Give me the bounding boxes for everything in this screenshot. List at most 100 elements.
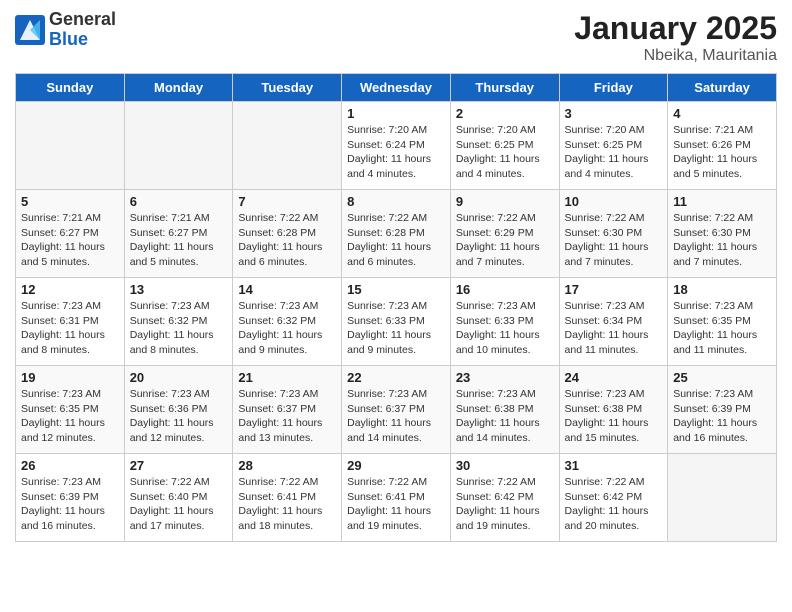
calendar-cell: 25 Sunrise: 7:23 AMSunset: 6:39 PMDaylig… xyxy=(668,366,777,454)
cell-text: Sunrise: 7:21 AMSunset: 6:27 PMDaylight:… xyxy=(130,211,228,270)
calendar-cell xyxy=(16,102,125,190)
day-number: 9 xyxy=(456,194,554,209)
day-number: 15 xyxy=(347,282,445,297)
calendar-cell: 5 Sunrise: 7:21 AMSunset: 6:27 PMDayligh… xyxy=(16,190,125,278)
calendar-cell: 29 Sunrise: 7:22 AMSunset: 6:41 PMDaylig… xyxy=(342,454,451,542)
calendar-cell: 4 Sunrise: 7:21 AMSunset: 6:26 PMDayligh… xyxy=(668,102,777,190)
day-number: 31 xyxy=(565,458,663,473)
cell-text: Sunrise: 7:21 AMSunset: 6:26 PMDaylight:… xyxy=(673,123,771,182)
cell-text: Sunrise: 7:23 AMSunset: 6:37 PMDaylight:… xyxy=(347,387,445,446)
month-title: January 2025 xyxy=(574,10,777,47)
calendar-cell: 12 Sunrise: 7:23 AMSunset: 6:31 PMDaylig… xyxy=(16,278,125,366)
day-number: 18 xyxy=(673,282,771,297)
calendar-cell: 19 Sunrise: 7:23 AMSunset: 6:35 PMDaylig… xyxy=(16,366,125,454)
day-number: 4 xyxy=(673,106,771,121)
cell-text: Sunrise: 7:20 AMSunset: 6:25 PMDaylight:… xyxy=(565,123,663,182)
calendar-cell: 14 Sunrise: 7:23 AMSunset: 6:32 PMDaylig… xyxy=(233,278,342,366)
day-number: 28 xyxy=(238,458,336,473)
week-row-3: 12 Sunrise: 7:23 AMSunset: 6:31 PMDaylig… xyxy=(16,278,777,366)
logo-blue: Blue xyxy=(49,30,116,50)
calendar-cell: 28 Sunrise: 7:22 AMSunset: 6:41 PMDaylig… xyxy=(233,454,342,542)
calendar: SundayMondayTuesdayWednesdayThursdayFrid… xyxy=(15,73,777,542)
cell-text: Sunrise: 7:22 AMSunset: 6:42 PMDaylight:… xyxy=(456,475,554,534)
calendar-cell: 13 Sunrise: 7:23 AMSunset: 6:32 PMDaylig… xyxy=(124,278,233,366)
cell-text: Sunrise: 7:22 AMSunset: 6:28 PMDaylight:… xyxy=(347,211,445,270)
day-number: 24 xyxy=(565,370,663,385)
cell-text: Sunrise: 7:23 AMSunset: 6:39 PMDaylight:… xyxy=(673,387,771,446)
calendar-cell: 27 Sunrise: 7:22 AMSunset: 6:40 PMDaylig… xyxy=(124,454,233,542)
weekday-header-thursday: Thursday xyxy=(450,74,559,102)
day-number: 16 xyxy=(456,282,554,297)
day-number: 29 xyxy=(347,458,445,473)
calendar-cell: 23 Sunrise: 7:23 AMSunset: 6:38 PMDaylig… xyxy=(450,366,559,454)
cell-text: Sunrise: 7:23 AMSunset: 6:35 PMDaylight:… xyxy=(21,387,119,446)
cell-text: Sunrise: 7:23 AMSunset: 6:33 PMDaylight:… xyxy=(456,299,554,358)
day-number: 5 xyxy=(21,194,119,209)
day-number: 11 xyxy=(673,194,771,209)
calendar-cell: 16 Sunrise: 7:23 AMSunset: 6:33 PMDaylig… xyxy=(450,278,559,366)
cell-text: Sunrise: 7:23 AMSunset: 6:33 PMDaylight:… xyxy=(347,299,445,358)
day-number: 21 xyxy=(238,370,336,385)
cell-text: Sunrise: 7:22 AMSunset: 6:42 PMDaylight:… xyxy=(565,475,663,534)
day-number: 2 xyxy=(456,106,554,121)
week-row-2: 5 Sunrise: 7:21 AMSunset: 6:27 PMDayligh… xyxy=(16,190,777,278)
cell-text: Sunrise: 7:22 AMSunset: 6:28 PMDaylight:… xyxy=(238,211,336,270)
logo-text: General Blue xyxy=(49,10,116,50)
day-number: 1 xyxy=(347,106,445,121)
calendar-cell: 10 Sunrise: 7:22 AMSunset: 6:30 PMDaylig… xyxy=(559,190,668,278)
calendar-cell: 15 Sunrise: 7:23 AMSunset: 6:33 PMDaylig… xyxy=(342,278,451,366)
day-number: 6 xyxy=(130,194,228,209)
day-number: 14 xyxy=(238,282,336,297)
day-number: 3 xyxy=(565,106,663,121)
weekday-header-saturday: Saturday xyxy=(668,74,777,102)
weekday-header-monday: Monday xyxy=(124,74,233,102)
day-number: 27 xyxy=(130,458,228,473)
calendar-cell: 8 Sunrise: 7:22 AMSunset: 6:28 PMDayligh… xyxy=(342,190,451,278)
weekday-header-row: SundayMondayTuesdayWednesdayThursdayFrid… xyxy=(16,74,777,102)
page-container: General Blue January 2025 Nbeika, Maurit… xyxy=(0,0,792,552)
logo-general: General xyxy=(49,10,116,30)
calendar-cell: 6 Sunrise: 7:21 AMSunset: 6:27 PMDayligh… xyxy=(124,190,233,278)
day-number: 7 xyxy=(238,194,336,209)
calendar-cell xyxy=(668,454,777,542)
week-row-4: 19 Sunrise: 7:23 AMSunset: 6:35 PMDaylig… xyxy=(16,366,777,454)
cell-text: Sunrise: 7:22 AMSunset: 6:41 PMDaylight:… xyxy=(347,475,445,534)
logo-icon xyxy=(15,15,45,45)
calendar-cell: 21 Sunrise: 7:23 AMSunset: 6:37 PMDaylig… xyxy=(233,366,342,454)
weekday-header-friday: Friday xyxy=(559,74,668,102)
day-number: 30 xyxy=(456,458,554,473)
day-number: 10 xyxy=(565,194,663,209)
cell-text: Sunrise: 7:20 AMSunset: 6:24 PMDaylight:… xyxy=(347,123,445,182)
weekday-header-tuesday: Tuesday xyxy=(233,74,342,102)
cell-text: Sunrise: 7:23 AMSunset: 6:32 PMDaylight:… xyxy=(130,299,228,358)
day-number: 8 xyxy=(347,194,445,209)
logo: General Blue xyxy=(15,10,116,50)
day-number: 19 xyxy=(21,370,119,385)
weekday-header-wednesday: Wednesday xyxy=(342,74,451,102)
day-number: 20 xyxy=(130,370,228,385)
week-row-1: 1 Sunrise: 7:20 AMSunset: 6:24 PMDayligh… xyxy=(16,102,777,190)
cell-text: Sunrise: 7:23 AMSunset: 6:35 PMDaylight:… xyxy=(673,299,771,358)
cell-text: Sunrise: 7:23 AMSunset: 6:32 PMDaylight:… xyxy=(238,299,336,358)
header: General Blue January 2025 Nbeika, Maurit… xyxy=(15,10,777,65)
day-number: 13 xyxy=(130,282,228,297)
cell-text: Sunrise: 7:23 AMSunset: 6:38 PMDaylight:… xyxy=(565,387,663,446)
calendar-cell: 11 Sunrise: 7:22 AMSunset: 6:30 PMDaylig… xyxy=(668,190,777,278)
calendar-cell: 3 Sunrise: 7:20 AMSunset: 6:25 PMDayligh… xyxy=(559,102,668,190)
day-number: 22 xyxy=(347,370,445,385)
day-number: 12 xyxy=(21,282,119,297)
calendar-cell: 7 Sunrise: 7:22 AMSunset: 6:28 PMDayligh… xyxy=(233,190,342,278)
weekday-header-sunday: Sunday xyxy=(16,74,125,102)
location: Nbeika, Mauritania xyxy=(574,47,777,65)
day-number: 23 xyxy=(456,370,554,385)
cell-text: Sunrise: 7:23 AMSunset: 6:38 PMDaylight:… xyxy=(456,387,554,446)
cell-text: Sunrise: 7:22 AMSunset: 6:30 PMDaylight:… xyxy=(565,211,663,270)
cell-text: Sunrise: 7:22 AMSunset: 6:40 PMDaylight:… xyxy=(130,475,228,534)
calendar-cell xyxy=(124,102,233,190)
cell-text: Sunrise: 7:22 AMSunset: 6:29 PMDaylight:… xyxy=(456,211,554,270)
cell-text: Sunrise: 7:23 AMSunset: 6:34 PMDaylight:… xyxy=(565,299,663,358)
cell-text: Sunrise: 7:22 AMSunset: 6:41 PMDaylight:… xyxy=(238,475,336,534)
cell-text: Sunrise: 7:23 AMSunset: 6:36 PMDaylight:… xyxy=(130,387,228,446)
calendar-cell: 24 Sunrise: 7:23 AMSunset: 6:38 PMDaylig… xyxy=(559,366,668,454)
day-number: 17 xyxy=(565,282,663,297)
